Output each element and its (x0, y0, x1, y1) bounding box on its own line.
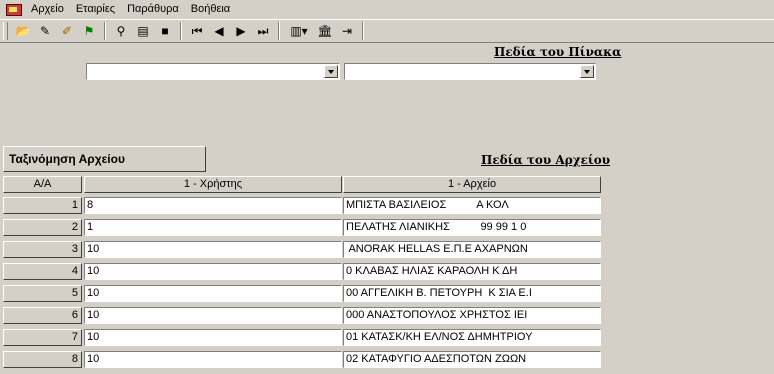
table-row: 2 1 ΠΕΛΑΤΗΣ ΛΙΑΝΙΚΗΣ 99 99 1 0 (3, 218, 601, 237)
column-header-aa[interactable]: A/A (3, 176, 82, 193)
table-row: 5 10 00 ΑΓΓΕΛΙΚΗ Β. ΠΕΤΟΥΡΗ Κ ΣΙΑ Ε.Ι (3, 284, 601, 303)
file-cell[interactable]: 02 ΚΑΤΑΦΥΓΙΟ ΑΔΕΣΠΟΤΩΝ ΖΩΩΝ (343, 351, 601, 368)
open-folder-icon[interactable]: 📂 (12, 21, 34, 41)
app-icon[interactable] (6, 3, 22, 16)
toolbar-separator (362, 22, 364, 40)
user-cell[interactable]: 10 (84, 329, 342, 346)
row-number-cell[interactable]: 4 (3, 263, 82, 280)
menu-bar: Αρχείο Εταιρίες Παράθυρα Βοήθεια (0, 0, 774, 19)
flag-icon[interactable]: ⚑ (78, 21, 100, 41)
data-grid: A/A 1 - Χρήστης 1 - Αρχείο 1 8 ΜΠΙΣΤΑ ΒΑ… (3, 176, 601, 374)
file-cell[interactable]: 000 ΑΝΑΣΤΟΠΟΥΛΟΣ ΧΡΗΣΤΟΣ ΙΕΙ (343, 307, 601, 324)
exit-door-icon[interactable]: ⇥ (336, 21, 358, 41)
row-number-cell[interactable]: 7 (3, 329, 82, 346)
table-row: 8 10 02 ΚΑΤΑΦΥΓΙΟ ΑΔΕΣΠΟΤΩΝ ΖΩΩΝ (3, 350, 601, 369)
menu-item-companies[interactable]: Εταιρίες (70, 0, 121, 19)
row-number-cell[interactable]: 6 (3, 307, 82, 324)
menu-item-help[interactable]: Βοήθεια (185, 0, 236, 19)
menu-item-windows[interactable]: Παράθυρα (121, 0, 185, 19)
user-cell[interactable]: 10 (84, 285, 342, 302)
table-row: 7 10 01 ΚΑΤΑΣΚ/ΚΗ ΕΛ/ΝΟΣ ΔΗΜΗΤΡΙΟΥ (3, 328, 601, 347)
file-cell[interactable]: ANORAK HELLAS Ε.Π.Ε ΑΧΑΡΝΩΝ (343, 241, 601, 258)
table-row: 6 10 000 ΑΝΑΣΤΟΠΟΥΛΟΣ ΧΡΗΣΤΟΣ ΙΕΙ (3, 306, 601, 325)
row-number-cell[interactable]: 5 (3, 285, 82, 302)
user-cell[interactable]: 10 (84, 263, 342, 280)
toolbar-grip[interactable] (3, 22, 8, 40)
file-cell[interactable]: ΠΕΛΑΤΗΣ ΛΙΑΝΙΚΗΣ 99 99 1 0 (343, 219, 601, 236)
view-toggle-icon[interactable]: ▥▾ (284, 21, 314, 41)
chevron-down-icon[interactable] (580, 65, 594, 78)
row-number-cell[interactable]: 2 (3, 219, 82, 236)
bank-icon[interactable]: 🏛 (314, 21, 336, 41)
file-cell[interactable]: ΜΠΙΣΤΑ ΒΑΣΙΛΕΙΟΣ Α ΚΟΛ (343, 197, 601, 214)
file-fields-title: Πεδία του Αρχείου (481, 153, 611, 167)
eraser-icon[interactable]: ✎ (34, 21, 56, 41)
first-record-icon[interactable]: ⏮ (186, 21, 208, 41)
toolbar-separator (278, 22, 280, 40)
user-cell[interactable]: 8 (84, 197, 342, 214)
table-field-combo-left[interactable] (86, 63, 340, 80)
save-icon[interactable]: ■ (154, 21, 176, 41)
sort-file-button[interactable]: Ταξινόμηση Αρχείου (3, 146, 206, 172)
form-icon[interactable]: ▤ (132, 21, 154, 41)
column-header-user[interactable]: 1 - Χρήστης (84, 176, 342, 193)
column-header-file[interactable]: 1 - Αρχείο (343, 176, 601, 193)
user-cell[interactable]: 1 (84, 219, 342, 236)
toolbar: 📂 ✎ ✐ ⚑ ⚲ ▤ ■ ⏮ ◀ ▶ ⏭ ▥▾ 🏛 ⇥ (0, 19, 774, 43)
row-number-cell[interactable]: 8 (3, 351, 82, 368)
edit-pencil-icon[interactable]: ✐ (56, 21, 78, 41)
table-fields-title: Πεδία του Πίνακα (494, 45, 622, 59)
menu-item-file[interactable]: Αρχείο (25, 0, 70, 19)
chevron-down-icon[interactable] (324, 65, 338, 78)
binoculars-icon[interactable]: ⚲ (110, 21, 132, 41)
table-row: 3 10 ANORAK HELLAS Ε.Π.Ε ΑΧΑΡΝΩΝ (3, 240, 601, 259)
next-record-icon[interactable]: ▶ (230, 21, 252, 41)
user-cell[interactable]: 10 (84, 307, 342, 324)
previous-record-icon[interactable]: ◀ (208, 21, 230, 41)
user-cell[interactable]: 10 (84, 241, 342, 258)
last-record-icon[interactable]: ⏭ (252, 21, 274, 41)
file-cell[interactable]: 00 ΑΓΓΕΛΙΚΗ Β. ΠΕΤΟΥΡΗ Κ ΣΙΑ Ε.Ι (343, 285, 601, 302)
row-number-cell[interactable]: 1 (3, 197, 82, 214)
table-row: 1 8 ΜΠΙΣΤΑ ΒΑΣΙΛΕΙΟΣ Α ΚΟΛ (3, 196, 601, 215)
table-field-combo-right[interactable] (344, 63, 596, 80)
row-number-cell[interactable]: 3 (3, 241, 82, 258)
toolbar-separator (180, 22, 182, 40)
file-cell[interactable]: 01 ΚΑΤΑΣΚ/ΚΗ ΕΛ/ΝΟΣ ΔΗΜΗΤΡΙΟΥ (343, 329, 601, 346)
toolbar-separator (104, 22, 106, 40)
table-row: 4 10 0 ΚΛΑΒΑΣ ΗΛΙΑΣ ΚΑΡΑΟΛΗ Κ ΔΗ (3, 262, 601, 281)
file-cell[interactable]: 0 ΚΛΑΒΑΣ ΗΛΙΑΣ ΚΑΡΑΟΛΗ Κ ΔΗ (343, 263, 601, 280)
user-cell[interactable]: 10 (84, 351, 342, 368)
main-panel: Πεδία του Πίνακα Ταξινόμηση Αρχείου Πεδί… (0, 43, 774, 374)
